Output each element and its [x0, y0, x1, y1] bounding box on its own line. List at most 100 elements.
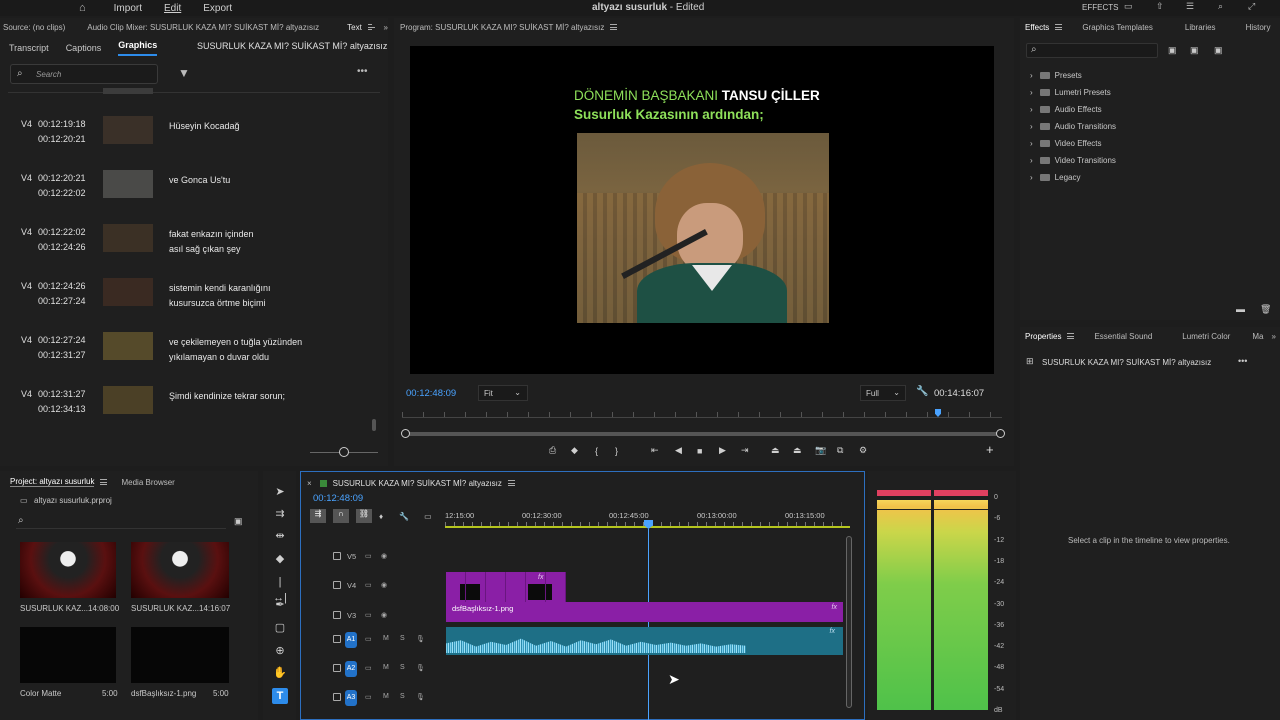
yuv-effects-icon[interactable]: ▣: [1214, 45, 1223, 56]
scrub-bar[interactable]: [405, 432, 1001, 436]
pen-tool-icon[interactable]: ✒: [272, 597, 288, 613]
panel-menu-icon[interactable]: [367, 24, 375, 30]
caption-line2[interactable]: kusursuzca örtme biçimi: [169, 296, 266, 311]
video-frame[interactable]: DÖNEMİN BAŞBAKANI TANSU ÇİLLER Susurluk …: [410, 46, 994, 374]
caption-line1[interactable]: sistemin kendi karanlığını: [169, 281, 271, 296]
track-target[interactable]: A2: [345, 661, 357, 677]
timeline-timecode[interactable]: 00:12:48:09: [313, 493, 363, 504]
more-options-icon[interactable]: •••: [1238, 356, 1247, 366]
bin-thumb-1[interactable]: [20, 542, 116, 598]
tab-effects[interactable]: Effects: [1025, 23, 1049, 32]
delete-icon[interactable]: 🗑: [1260, 304, 1271, 315]
tab-libraries[interactable]: Libraries: [1185, 23, 1216, 32]
tab-graphics[interactable]: Graphics: [118, 40, 158, 56]
step-back-icon[interactable]: ◀: [675, 445, 697, 456]
lock-icon[interactable]: [333, 635, 341, 643]
tab-properties[interactable]: Properties: [1025, 332, 1061, 341]
chevron-right-icon[interactable]: ›: [1030, 105, 1033, 114]
extract-icon[interactable]: ⏏: [793, 445, 815, 456]
workspace-icon[interactable]: ▭: [1124, 1, 1133, 12]
a1-audio-clip[interactable]: fx: [446, 627, 843, 655]
more-options-icon[interactable]: •••: [357, 66, 368, 77]
effects-search[interactable]: ⌕: [1026, 43, 1158, 58]
lock-icon[interactable]: [333, 552, 341, 560]
add-marker-icon[interactable]: ◆: [571, 445, 595, 456]
export-frame-icon[interactable]: 📷: [815, 445, 837, 456]
go-to-in-icon[interactable]: ⇤: [651, 445, 675, 456]
tab-transcript[interactable]: Transcript: [9, 43, 49, 53]
comparison-view-icon[interactable]: ⧉: [837, 445, 859, 456]
slip-tool-icon[interactable]: |↔|: [272, 574, 288, 604]
chevron-right-icon[interactable]: ›: [1030, 88, 1033, 97]
solo-icon[interactable]: S: [400, 664, 405, 671]
mute-icon[interactable]: M: [383, 664, 389, 671]
caption-line1[interactable]: fakat enkazın içinden: [169, 227, 254, 242]
home-icon[interactable]: ⌂: [79, 2, 86, 14]
program-title[interactable]: Program: SUSURLUK KAZA MI? SUİKAST Mİ? a…: [400, 23, 604, 32]
panel-overflow-icon[interactable]: »: [384, 23, 388, 32]
settings-icon[interactable]: ⚙: [859, 445, 881, 456]
zoom-slider-handle[interactable]: [339, 447, 349, 457]
track-header[interactable]: V5 ▭ ◉: [305, 546, 445, 570]
caption-line1[interactable]: ve Gonca Us'tu: [169, 173, 230, 188]
step-forward-icon[interactable]: ▶: [719, 445, 741, 456]
scrub-start-handle[interactable]: [401, 429, 410, 438]
eye-icon[interactable]: ◉: [381, 611, 387, 619]
sync-lock-icon[interactable]: ▭: [365, 581, 372, 589]
insert-overwrite-icon[interactable]: ⇶: [310, 509, 326, 523]
razor-tool-icon[interactable]: ◆: [272, 551, 288, 567]
close-icon[interactable]: ×: [307, 479, 312, 488]
caption-item[interactable]: V4 00:12:19:18 00:12:20:21 Hüseyin Kocadağ: [0, 116, 380, 173]
mark-out-icon[interactable]: }: [615, 446, 651, 456]
track-header[interactable]: V3 ▭ ◉: [305, 605, 445, 629]
track-select-icon[interactable]: ⇉: [272, 506, 288, 522]
filter-icon[interactable]: ▼: [178, 66, 190, 80]
new-search-bin-icon[interactable]: ▣: [234, 516, 243, 527]
lock-icon[interactable]: [333, 693, 341, 701]
project-menu-icon[interactable]: [100, 479, 108, 485]
effects-menu-icon[interactable]: [1055, 24, 1063, 30]
new-bin-icon[interactable]: ▬: [1236, 304, 1245, 314]
tab-graphics-templates[interactable]: Graphics Templates: [1082, 23, 1153, 32]
scrub-end-handle[interactable]: [996, 429, 1005, 438]
effects-workspace-label[interactable]: EFFECTS: [1082, 3, 1118, 12]
add-button-icon[interactable]: +: [986, 442, 994, 457]
microphone-icon[interactable]: 🎙: [416, 635, 425, 643]
quality-dropdown[interactable]: Full ⌄: [860, 385, 906, 401]
tab-captions[interactable]: Captions: [66, 43, 102, 53]
track-target[interactable]: A1: [345, 632, 357, 648]
effects-folder[interactable]: › Video Transitions: [1030, 156, 1116, 165]
tab-project[interactable]: Project: altyazı susurluk: [10, 477, 95, 487]
fit-dropdown[interactable]: Fit ⌄: [478, 385, 528, 401]
zoom-tool-icon[interactable]: ⊕: [272, 643, 288, 659]
caption-line1[interactable]: Şimdi kendinize tekrar sorun;: [169, 389, 285, 404]
panel-overflow-icon[interactable]: »: [1271, 332, 1275, 341]
audio-mixer-tab[interactable]: Audio Clip Mixer: SUSURLUK KAZA MI? SUİK…: [87, 23, 319, 32]
search-box[interactable]: ⌕ Search: [10, 64, 158, 84]
track-header[interactable]: A3 ▭ M S 🎙: [305, 687, 445, 711]
linked-selection-icon[interactable]: ⛓: [356, 509, 372, 523]
effects-folder[interactable]: › Lumetri Presets: [1030, 88, 1111, 97]
properties-menu-icon[interactable]: [1067, 333, 1075, 339]
captions-icon[interactable]: ▭: [424, 512, 432, 521]
program-menu-icon[interactable]: [610, 24, 618, 30]
selection-tool-icon[interactable]: ➤: [272, 484, 288, 500]
search-icon[interactable]: ⌕: [1218, 1, 1223, 12]
wrench-icon[interactable]: 🔧: [916, 386, 928, 397]
chevron-right-icon[interactable]: ›: [1030, 139, 1033, 148]
ripple-edit-icon[interactable]: ⇹: [272, 528, 288, 544]
timeline-sequence-name[interactable]: SUSURLUK KAZA MI? SUİKAST Mİ? altyazısız: [333, 479, 502, 488]
tab-overflow[interactable]: Ma: [1252, 332, 1263, 341]
timeline-menu-icon[interactable]: [507, 480, 515, 486]
track-header[interactable]: A2 ▭ M S 🎙: [305, 658, 445, 682]
caption-item[interactable]: V4 00:12:22:02 00:12:24:26 fakat enkazın iç…: [0, 224, 380, 281]
lift-icon[interactable]: ⎙: [549, 445, 571, 456]
tab-essential-sound[interactable]: Essential Sound: [1094, 332, 1152, 341]
effects-folder[interactable]: › Video Effects: [1030, 139, 1102, 148]
scrollbar[interactable]: [372, 419, 376, 431]
caption-item[interactable]: V4 00:12:20:21 00:12:22:02 ve Gonca Us'tu: [0, 170, 380, 227]
caption-item[interactable]: V4 00:12:31:27 00:12:34:13 Şimdi kendinize …: [0, 386, 380, 443]
bin-thumb-3[interactable]: [20, 627, 116, 683]
add-marker-icon[interactable]: ♦: [379, 512, 383, 521]
caption-line1[interactable]: ve çekilemeyen o tuğla yüzünden: [169, 335, 302, 350]
